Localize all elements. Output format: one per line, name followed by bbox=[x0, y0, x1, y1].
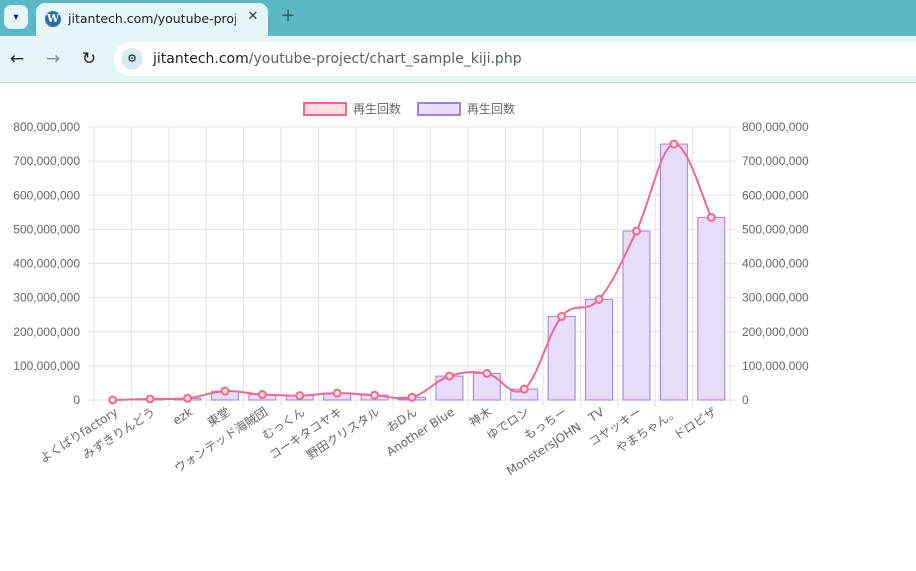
line-point bbox=[706, 212, 716, 222]
bar bbox=[547, 315, 576, 401]
wordpress-icon: W bbox=[45, 11, 61, 27]
y-left-tick-label: 200,000,000 bbox=[13, 325, 80, 339]
bar bbox=[622, 230, 651, 401]
arrow-left-icon[interactable]: ← bbox=[6, 48, 28, 70]
y-left-tick-label: 600,000,000 bbox=[13, 188, 80, 202]
legend-swatch-line bbox=[303, 102, 347, 116]
legend-swatch-bar bbox=[417, 102, 461, 116]
line-point bbox=[519, 384, 529, 394]
plus-icon[interactable]: + bbox=[278, 5, 298, 27]
line-point bbox=[594, 294, 604, 304]
line-point bbox=[257, 390, 267, 400]
url-host: jitantech.com bbox=[153, 51, 249, 67]
series-line bbox=[112, 143, 713, 401]
tune-icon[interactable]: ⚙ bbox=[121, 48, 143, 70]
y-right-tick-label: 0 bbox=[742, 393, 749, 407]
browser-tab[interactable]: W jitantech.com/youtube-project/ ✕ bbox=[36, 3, 268, 36]
chevron-down-icon[interactable]: ▾ bbox=[4, 5, 28, 29]
y-left-tick-label: 700,000,000 bbox=[13, 154, 80, 168]
bar bbox=[697, 216, 726, 401]
url-path: /youtube-project/chart_sample_kiji.php bbox=[248, 51, 522, 67]
line-point bbox=[220, 386, 230, 396]
y-right-tick-label: 200,000,000 bbox=[742, 325, 809, 339]
line-point bbox=[407, 392, 417, 402]
y-right-tick-label: 700,000,000 bbox=[742, 154, 809, 168]
browser-toolbar: ← → ↻ ⚙ jitantech.com/youtube-project/ch… bbox=[0, 36, 916, 83]
y-right-tick-label: 100,000,000 bbox=[742, 359, 809, 373]
line-point bbox=[183, 393, 193, 403]
line-point bbox=[444, 371, 454, 381]
address-bar[interactable]: ⚙ jitantech.com/youtube-project/chart_sa… bbox=[114, 42, 916, 76]
line-point bbox=[557, 311, 567, 321]
y-left-tick-label: 100,000,000 bbox=[13, 359, 80, 373]
y-left-tick-label: 0 bbox=[73, 393, 80, 407]
line-point bbox=[482, 368, 492, 378]
y-right-tick-label: 500,000,000 bbox=[742, 222, 809, 236]
tab-strip: ▾ W jitantech.com/youtube-project/ ✕ + bbox=[0, 0, 916, 36]
y-left-tick-label: 500,000,000 bbox=[13, 222, 80, 236]
line-point bbox=[108, 395, 118, 405]
legend-label-line: 再生回数 bbox=[353, 101, 401, 116]
y-right-tick-label: 800,000,000 bbox=[742, 120, 809, 134]
y-left-tick-label: 800,000,000 bbox=[13, 120, 80, 134]
bar bbox=[585, 298, 614, 401]
x-tick-label: ezk bbox=[170, 405, 195, 428]
y-right-tick-label: 300,000,000 bbox=[742, 291, 809, 305]
url-text[interactable]: jitantech.com/youtube-project/chart_samp… bbox=[153, 51, 522, 67]
line-point bbox=[370, 390, 380, 400]
y-left-tick-label: 300,000,000 bbox=[13, 291, 80, 305]
line-point bbox=[295, 391, 305, 401]
play-count-chart: 0 100,000,000 200,000,000 300,000,000 400,00… bbox=[13, 101, 809, 478]
tab-title: jitantech.com/youtube-project/ bbox=[68, 11, 236, 26]
y-right-tick-label: 600,000,000 bbox=[742, 188, 809, 202]
x-tick-label: ドロピザ bbox=[671, 405, 719, 443]
line-point bbox=[669, 139, 679, 149]
close-icon[interactable]: ✕ bbox=[244, 8, 262, 26]
y-right-tick-label: 400,000,000 bbox=[742, 257, 809, 271]
line-point bbox=[631, 226, 641, 236]
reload-icon[interactable]: ↻ bbox=[78, 48, 100, 70]
bar bbox=[659, 143, 688, 401]
line-point bbox=[145, 394, 155, 404]
y-left-tick-label: 400,000,000 bbox=[13, 257, 80, 271]
line-point bbox=[332, 388, 342, 398]
legend-label-bar: 再生回数 bbox=[467, 101, 515, 116]
arrow-right-icon[interactable]: → bbox=[42, 48, 64, 70]
